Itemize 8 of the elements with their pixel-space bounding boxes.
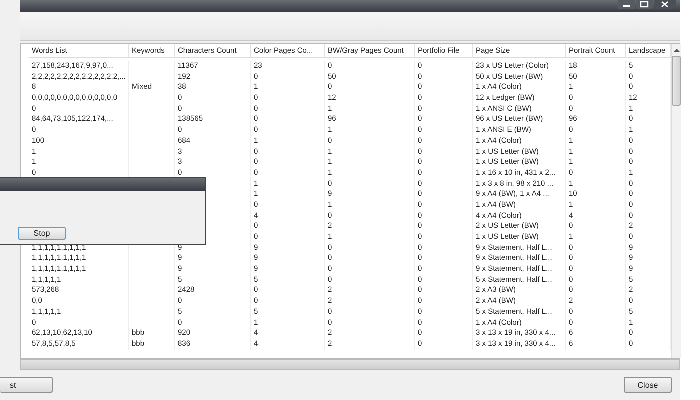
scrollbar-thumb[interactable] — [672, 56, 681, 106]
stop-button[interactable]: Stop — [18, 227, 66, 240]
window-controls-icon[interactable] — [618, 0, 676, 10]
scroll-up-icon[interactable] — [674, 48, 680, 53]
close-button[interactable]: Close — [624, 377, 672, 393]
vertical-scrollbar[interactable] — [671, 44, 681, 358]
list-button[interactable]: st — [0, 377, 53, 393]
horizontal-scrollbar[interactable] — [20, 359, 680, 370]
